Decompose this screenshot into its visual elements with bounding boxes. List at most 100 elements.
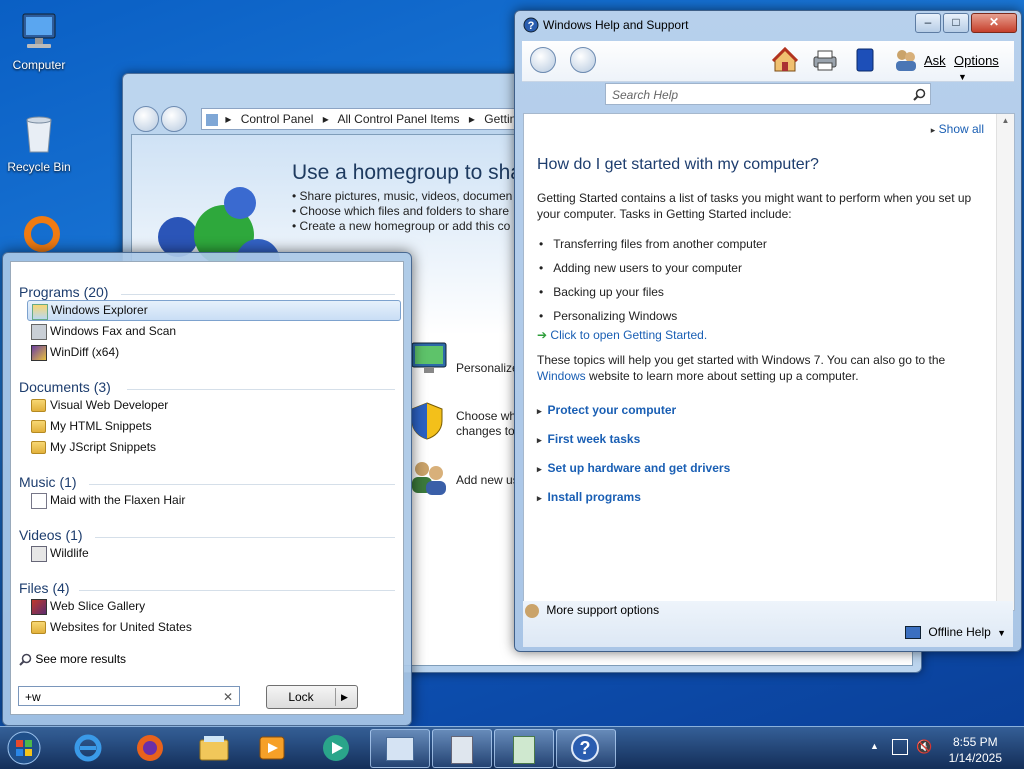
scroll-up-arrow[interactable]: ▲ [997, 116, 1014, 125]
task-add-users[interactable]: Add new us [456, 473, 519, 488]
home-icon[interactable] [772, 47, 798, 73]
support-icon [525, 603, 539, 618]
file-explorer-icon[interactable] [196, 731, 232, 765]
breadcrumb-item[interactable]: Control Panel [241, 112, 314, 126]
help-bullet-list: • Transferring files from another compute… [537, 232, 767, 328]
search-placeholder: Search Help [612, 88, 679, 102]
result-item[interactable]: Windows Fax and Scan [27, 321, 399, 342]
lock-label: Lock [288, 690, 314, 704]
taskbar: ? ▲ 🔇 8:55 PM 1/14/2025 [0, 726, 1024, 769]
result-item[interactable]: Windows Explorer [27, 300, 401, 321]
search-icon[interactable] [913, 88, 926, 101]
search-results-panel: Programs (20) Windows Explorer Windows F… [10, 261, 404, 715]
result-item[interactable]: Websites for United States [27, 617, 399, 638]
print-icon[interactable] [812, 49, 838, 71]
uac-shield-icon [411, 402, 443, 440]
clear-search-icon[interactable]: ✕ [223, 687, 233, 707]
media-center-icon[interactable] [318, 731, 354, 765]
group-heading-programs: Programs (20) [19, 284, 109, 300]
result-item[interactable]: My JScript Snippets [27, 437, 399, 458]
desktop-icon-label: Recycle Bin [7, 160, 71, 174]
media-player-icon[interactable] [254, 731, 290, 765]
help-paragraph: These topics will help you get started w… [537, 353, 946, 383]
ask-icon[interactable] [894, 47, 918, 73]
internet-explorer-icon[interactable] [70, 731, 106, 765]
chevron-down-icon: ▼ [958, 72, 967, 82]
divider [335, 688, 336, 706]
options-menu[interactable]: Options ▼ [954, 53, 1014, 83]
section-link-first-week[interactable]: ▸ First week tasks [537, 425, 730, 454]
bullet-item: • Choose which files and folders to shar… [292, 204, 509, 218]
minimize-button[interactable]: – [915, 13, 941, 33]
start-search-input[interactable]: +w ✕ [18, 686, 240, 706]
taskbar-button-documents[interactable] [494, 729, 554, 768]
help-intro: Getting Started contains a list of tasks… [537, 191, 972, 221]
offline-help-menu[interactable]: Offline Help ▼ [905, 625, 1007, 640]
result-item[interactable]: My HTML Snippets [27, 416, 399, 437]
desktop-icon-recycle-bin[interactable]: Recycle Bin [4, 112, 74, 174]
group-heading-files: Files (4) [19, 580, 70, 596]
users-icon [412, 462, 446, 495]
maximize-button[interactable]: □ [943, 13, 969, 33]
help-app-icon: ? [571, 734, 599, 762]
breadcrumb-separator: ▸ [322, 112, 329, 126]
result-item[interactable]: Wildlife [27, 543, 399, 564]
windows-website-link[interactable]: Windows [537, 369, 586, 383]
video-file-icon [31, 546, 47, 562]
clock-time: 8:55 PM [952, 735, 998, 749]
show-hidden-icons-button[interactable]: ▲ [870, 741, 879, 751]
show-all-label: Show all [938, 122, 984, 136]
taskbar-button-help[interactable]: ? [556, 729, 616, 768]
result-item[interactable]: WinDiff (x64) [27, 342, 399, 363]
taskbar-button-control-panel[interactable] [370, 729, 430, 768]
desktop-icon-computer[interactable]: Computer [4, 10, 74, 72]
folder-icon [31, 441, 46, 454]
taskbar-button-recycle[interactable] [432, 729, 492, 768]
folder-icon [31, 420, 46, 433]
see-more-results-link[interactable]: See more results [19, 652, 126, 667]
system-clock[interactable]: 8:55 PM 1/14/2025 [949, 734, 1002, 766]
network-icon[interactable] [892, 739, 908, 755]
close-button[interactable]: ✕ [971, 13, 1017, 33]
firefox-icon[interactable] [132, 731, 168, 765]
chevron-right-icon[interactable]: ▶ [341, 686, 348, 708]
task-personalize[interactable]: Personalize [456, 361, 519, 376]
help-search-input[interactable]: Search Help [605, 83, 931, 105]
browse-help-icon[interactable] [854, 47, 876, 73]
forward-button[interactable] [570, 47, 596, 73]
lock-button[interactable]: Lock ▶ [266, 685, 358, 709]
result-item[interactable]: Maid with the Flaxen Hair [27, 490, 399, 511]
task-uac[interactable]: Choose wh changes to [456, 409, 516, 439]
result-item[interactable]: Visual Web Developer [27, 395, 399, 416]
section-link-hardware[interactable]: ▸ Set up hardware and get drivers [537, 454, 730, 483]
help-scrollbar[interactable]: ▲ ▼ [996, 114, 1014, 610]
address-folder-icon [206, 113, 218, 126]
bullet-item: • Adding new users to your computer [539, 261, 742, 275]
start-menu[interactable]: Programs (20) Windows Explorer Windows F… [2, 252, 412, 726]
back-button[interactable] [530, 47, 556, 73]
desktop-icon-partial[interactable] [24, 216, 60, 252]
breadcrumb-item[interactable]: Gettin [484, 112, 516, 126]
start-orb-icon[interactable] [6, 731, 42, 765]
ask-label[interactable]: Ask [924, 53, 946, 68]
recycle-app-icon [451, 736, 473, 764]
section-link-install[interactable]: ▸ Install programs [537, 483, 730, 512]
help-window[interactable]: ? Windows Help and Support – □ ✕ Ask Opt… [514, 10, 1022, 652]
open-getting-started-link[interactable]: ➔ Click to open Getting Started. [537, 328, 707, 342]
breadcrumb-item[interactable]: All Control Panel Items [337, 112, 459, 126]
forward-button[interactable] [161, 106, 187, 132]
folder-icon [31, 399, 46, 412]
chevron-down-icon: ▼ [997, 628, 1007, 638]
svg-text:?: ? [580, 738, 591, 758]
result-item[interactable]: Web Slice Gallery [27, 596, 399, 617]
back-button[interactable] [133, 106, 159, 132]
section-link-protect[interactable]: ▸ Protect your computer [537, 396, 730, 425]
arrow-right-icon: ➔ [537, 328, 548, 342]
page-title: Use a homegroup to sha [292, 161, 522, 184]
bullet-item: • Share pictures, music, videos, documen [292, 189, 513, 203]
more-support-options[interactable]: More support options [525, 603, 659, 618]
help-footer: More support options Offline Help ▼ [523, 601, 1013, 647]
volume-muted-icon[interactable]: 🔇 [916, 739, 932, 755]
show-all-link[interactable]: ▸ Show all [931, 122, 984, 136]
divider [89, 484, 395, 485]
